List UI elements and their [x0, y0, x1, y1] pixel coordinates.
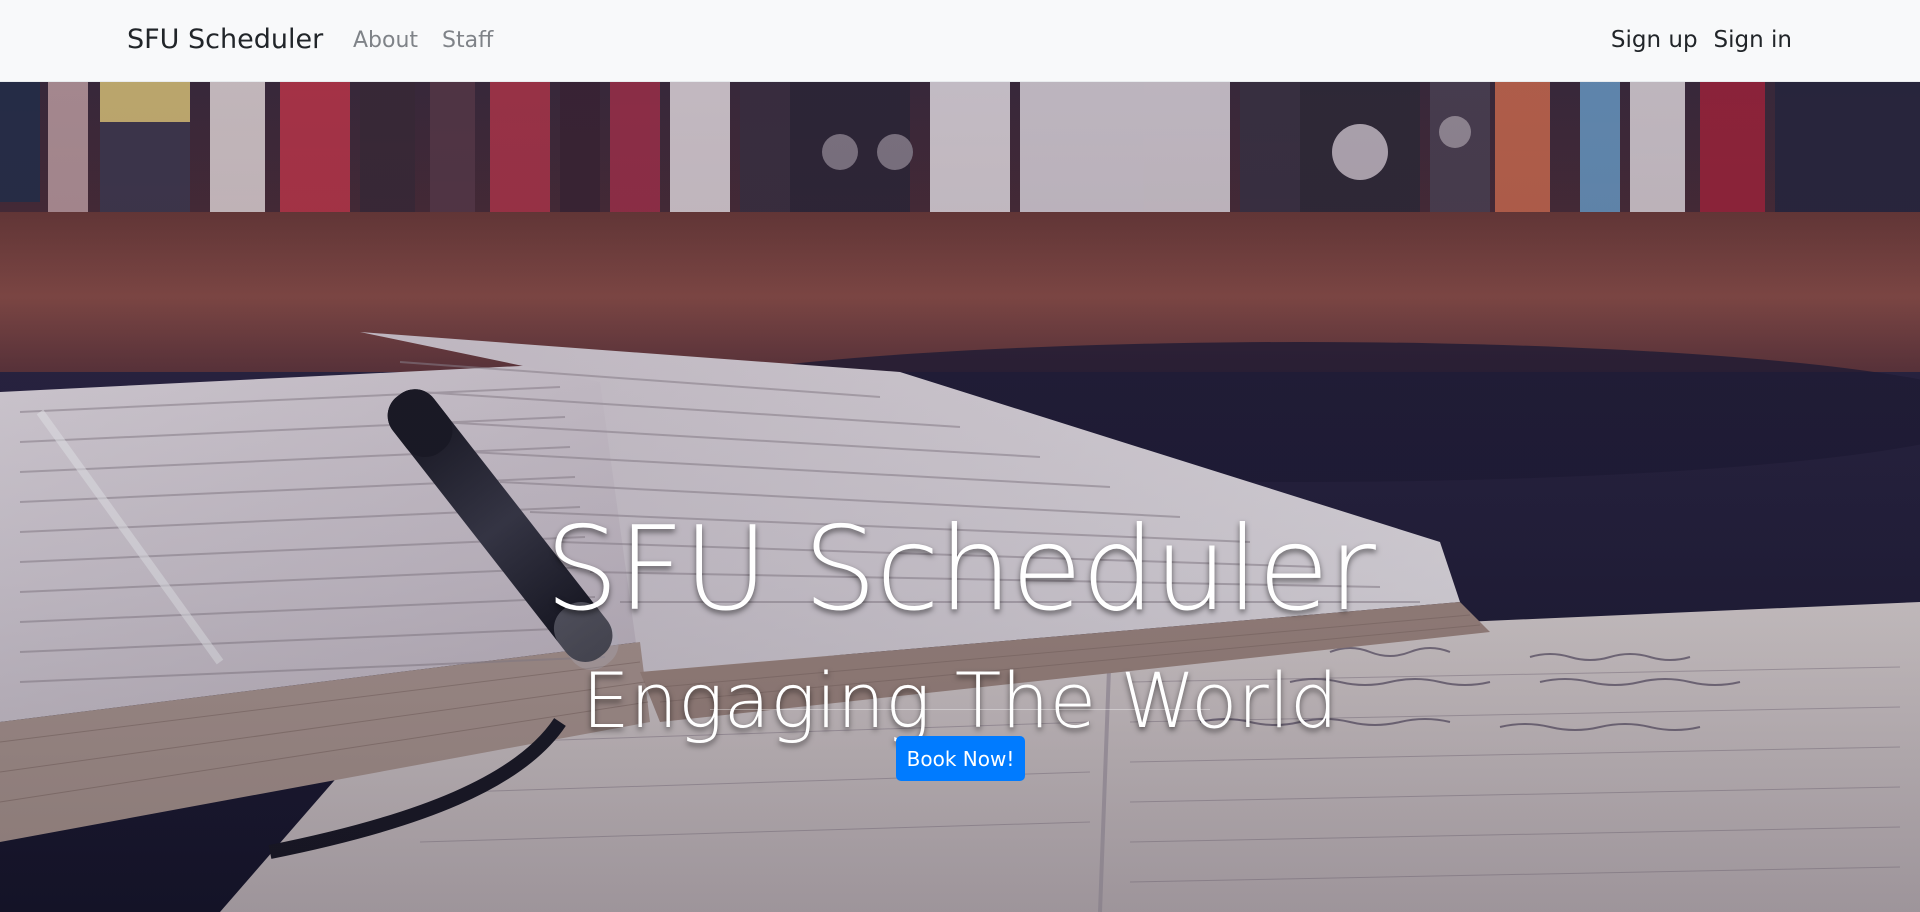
hero-section: SFU Scheduler Engaging The World Book No… [0, 82, 1920, 912]
hero-divider [710, 709, 1210, 710]
top-navbar: SFU Scheduler About Staff Sign up Sign i… [0, 0, 1920, 82]
nav-about-link[interactable]: About [353, 28, 418, 53]
brand-link[interactable]: SFU Scheduler [127, 24, 323, 55]
hero-overlay [0, 82, 1920, 912]
auth-links: Sign up Sign in [1611, 27, 1792, 53]
book-now-button[interactable]: Book Now! [896, 736, 1025, 781]
hero-title: SFU Scheduler [545, 501, 1376, 637]
nav-staff-link[interactable]: Staff [442, 28, 493, 53]
nav-links: About Staff [353, 28, 493, 53]
hero-subtitle: Engaging The World [581, 656, 1339, 746]
sign-in-link[interactable]: Sign in [1714, 27, 1792, 53]
sign-up-link[interactable]: Sign up [1611, 27, 1698, 53]
